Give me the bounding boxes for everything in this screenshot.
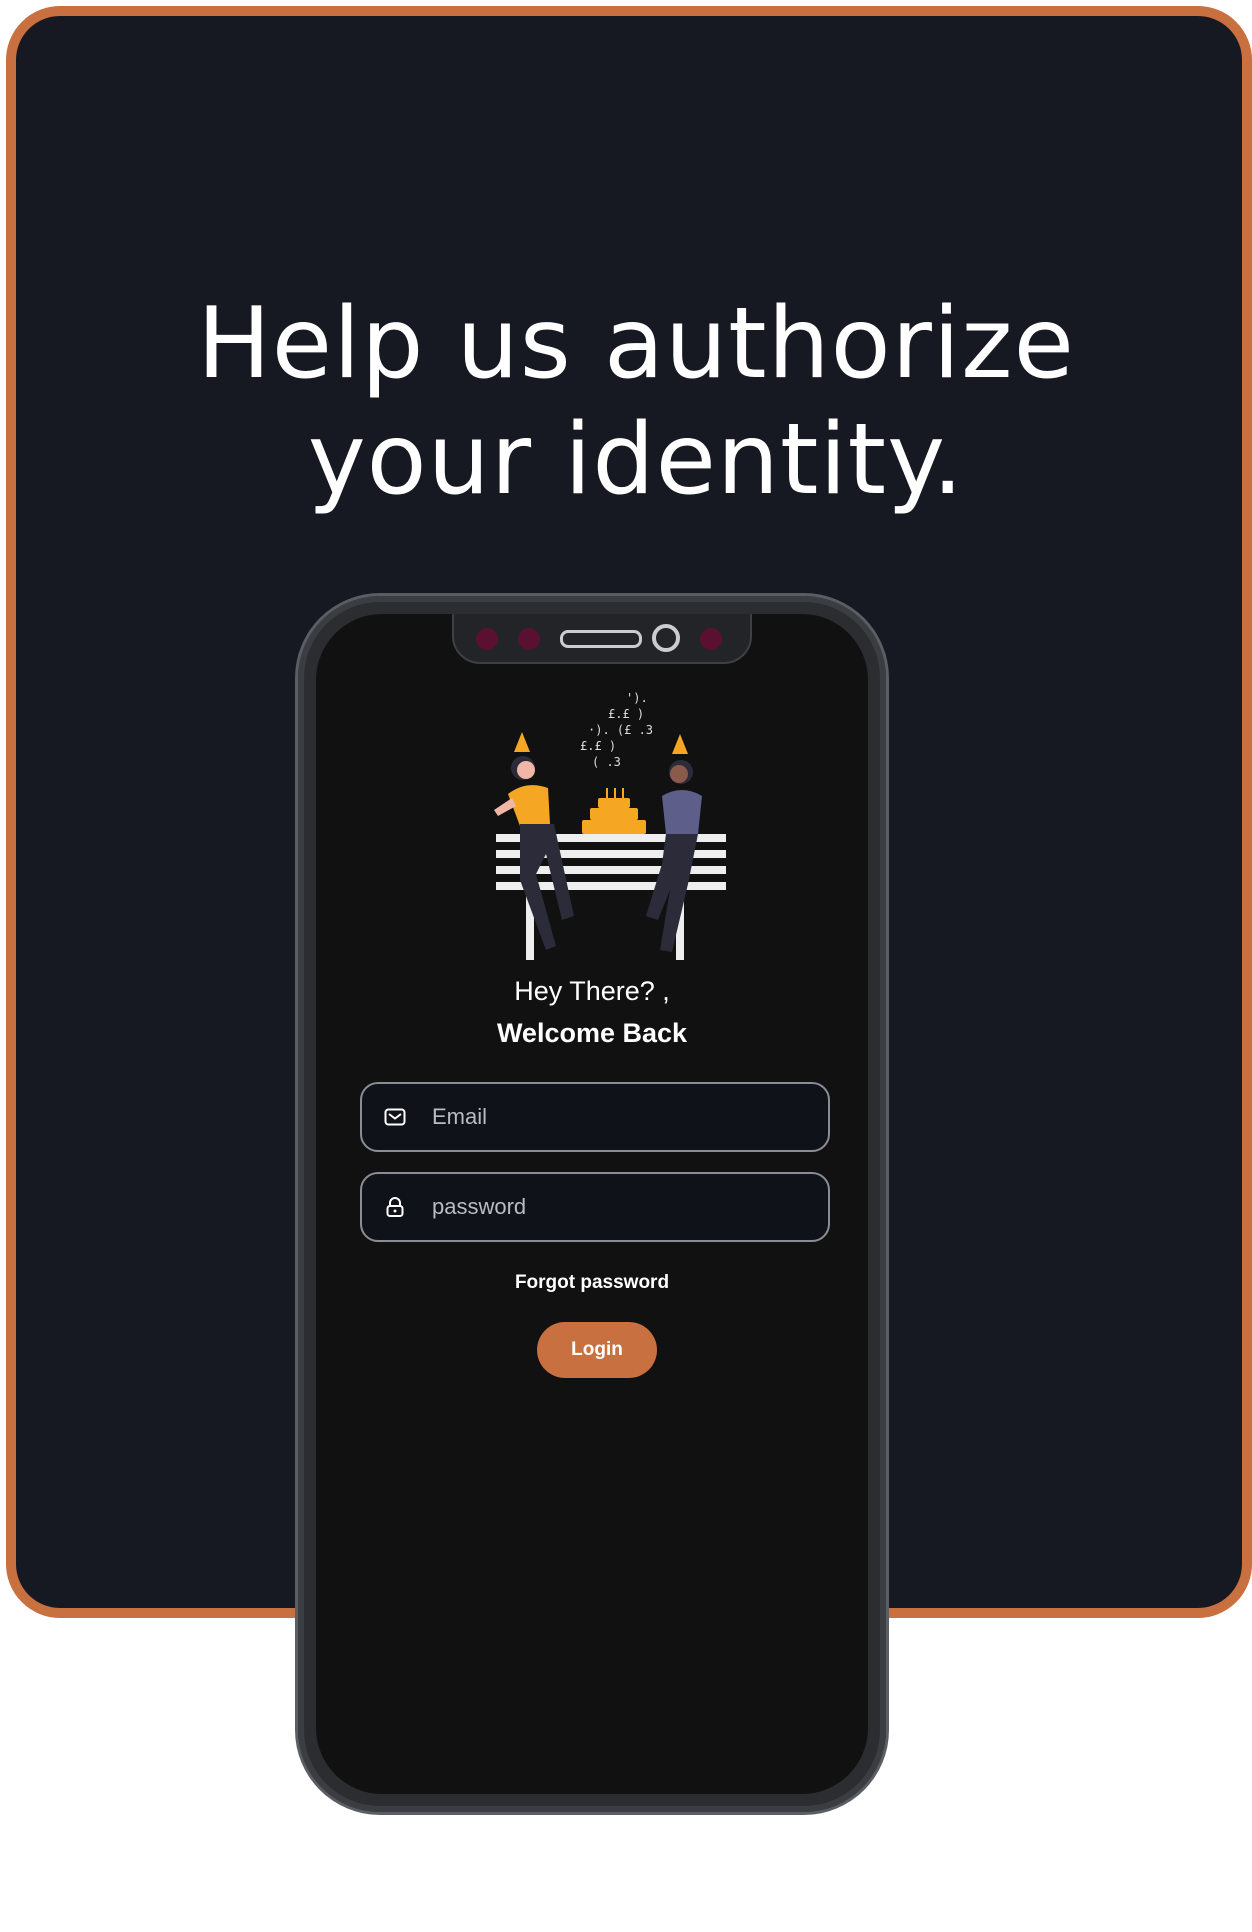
password-input[interactable] [430,1193,814,1221]
sensor-dot [518,628,540,650]
svg-text:·). (£ .3: ·). (£ .3 [588,723,653,737]
lock-icon [384,1196,406,1218]
greeting-line-2: Welcome Back [496,1018,688,1048]
page-title: Help us authorize your identity. [197,287,1075,517]
svg-text:( .3: ( .3 [592,755,621,769]
front-camera [652,624,680,652]
svg-text:£.£ ): £.£ ) [580,739,616,753]
svg-text:').: '). [626,691,648,705]
phone-notch [452,614,752,664]
greeting-line-1: Hey There? , [514,976,670,1006]
speaker-grille [560,630,642,648]
celebration-illustration: '). £.£ ) ·). (£ .3 £.£ ) ( .3 [494,691,726,960]
email-input[interactable] [430,1103,814,1131]
email-field[interactable] [360,1082,830,1152]
login-button[interactable]: Login [537,1322,657,1378]
phone-screen: '). £.£ ) ·). (£ .3 £.£ ) ( .3 Hey There… [316,614,868,1794]
phone-mockup: '). £.£ ) ·). (£ .3 £.£ ) ( .3 Hey There… [298,596,886,1812]
password-field[interactable] [360,1172,830,1242]
forgot-password-link[interactable]: Forgot password [316,1272,868,1294]
svg-text:£.£ ): £.£ ) [608,707,644,721]
envelope-icon [384,1106,406,1128]
sensor-dot [476,628,498,650]
sensor-dot [700,628,722,650]
